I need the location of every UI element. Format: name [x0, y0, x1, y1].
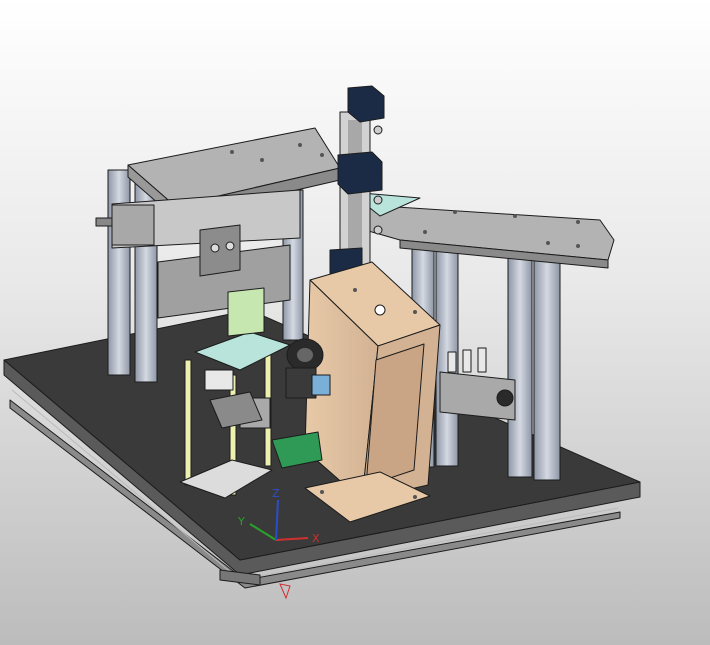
x-axis-label: X [312, 532, 320, 545]
mounting-hole [413, 310, 417, 314]
bolt-head [373, 195, 383, 205]
mounting-hole [320, 490, 324, 494]
bearing-ring-inner [297, 348, 313, 362]
z-motor-block [347, 85, 385, 123]
sensor-bracket [204, 369, 234, 391]
mounting-hole [513, 214, 517, 218]
mounting-hole [576, 220, 580, 224]
feeder-knob [496, 389, 514, 407]
profile-column [533, 254, 561, 481]
gripper-mechanism [199, 224, 241, 277]
mounting-hole [453, 210, 457, 214]
assembly-drawing: Y Z X [3, 85, 641, 600]
mounting-hole [298, 143, 302, 147]
mounting-hole [423, 230, 427, 234]
feeder-component [447, 351, 457, 373]
mounting-hole [353, 288, 357, 292]
y-axis-label: Y [237, 515, 245, 528]
z-axis-label: Z [272, 487, 280, 500]
profile-column [107, 169, 131, 376]
mounting-hole [260, 158, 264, 162]
z-axis-module [329, 85, 385, 285]
motor-housing [111, 204, 155, 246]
mounting-hole [320, 153, 324, 157]
z-carriage-block [337, 151, 383, 195]
mounting-hole [230, 150, 234, 154]
mounting-hole [413, 495, 417, 499]
mounting-hole [374, 304, 386, 316]
mounting-hole [546, 241, 550, 245]
blue-bracket [311, 374, 331, 396]
feeder-component [477, 347, 487, 373]
mounting-hole [576, 244, 580, 248]
bolt-head [210, 243, 220, 253]
motor-shaft [95, 217, 113, 227]
bolt-head [225, 241, 235, 251]
origin-marker [279, 583, 291, 600]
feeder-component [462, 349, 472, 373]
cad-viewport[interactable]: Y Z X [0, 0, 710, 645]
bolt-head [373, 125, 383, 135]
vertical-panel [227, 287, 265, 337]
frame-post [184, 359, 192, 486]
profile-column [507, 251, 533, 478]
bolt-head [373, 225, 383, 235]
